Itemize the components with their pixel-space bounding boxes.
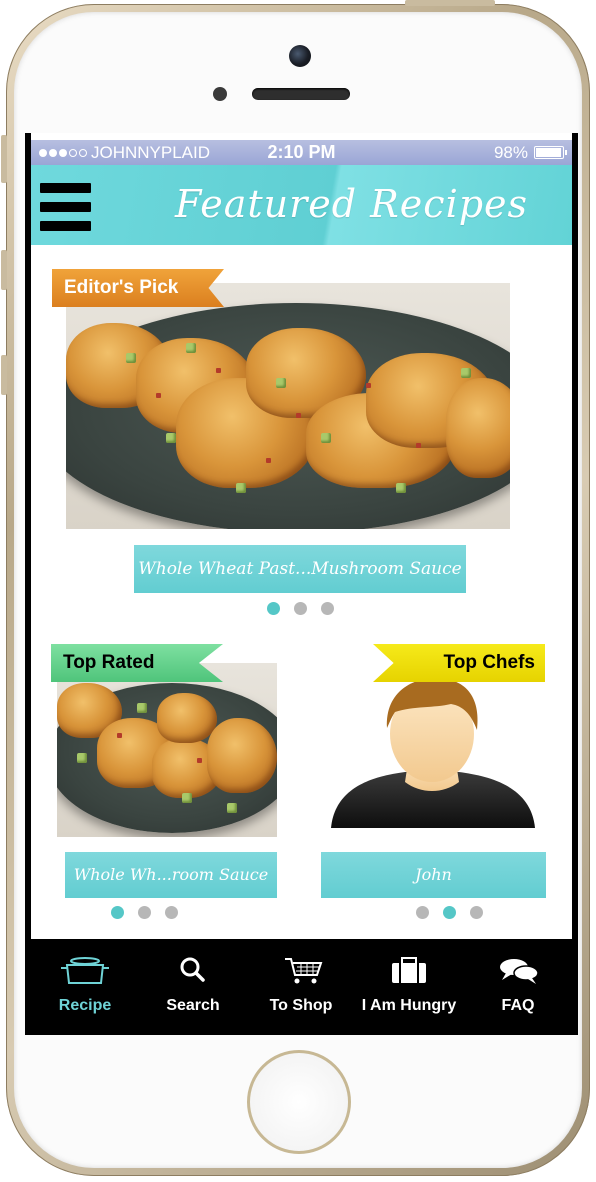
- pager-dot[interactable]: [321, 602, 334, 615]
- page-title: Featured Recipes: [174, 182, 529, 226]
- tab-i-am-hungry[interactable]: I Am Hungry: [355, 939, 463, 1035]
- chef-avatar-icon[interactable]: [325, 678, 539, 834]
- status-time: 2:10 PM: [267, 142, 336, 162]
- tab-label: FAQ: [501, 997, 535, 1014]
- top-rated-ribbon: Top Rated: [51, 644, 223, 682]
- hamburger-icon[interactable]: [40, 183, 91, 231]
- battery-percent: 98%: [493, 143, 528, 162]
- earpiece-speaker: [252, 88, 350, 100]
- app-content: JOHNNYPLAID 2:10 PM 98% Featured Recipes: [31, 133, 572, 1035]
- volume-up-button: [1, 250, 7, 290]
- chat-bubbles-icon: [500, 959, 539, 984]
- tab-search[interactable]: Search: [139, 939, 247, 1035]
- power-button: [405, 0, 495, 6]
- top-chefs-ribbon: Top Chefs: [373, 644, 545, 682]
- tab-label: To Shop: [269, 997, 333, 1014]
- featured-recipe-image[interactable]: [66, 283, 510, 529]
- pager-dot[interactable]: [416, 906, 429, 919]
- tab-recipe[interactable]: Recipe: [31, 939, 139, 1035]
- pot-icon: [61, 957, 109, 984]
- screen: JOHNNYPLAID 2:10 PM 98% Featured Recipes: [25, 133, 578, 1035]
- app-header: Featured Recipes: [31, 165, 572, 245]
- pager-dot[interactable]: [111, 906, 124, 919]
- editors-pick-ribbon: Editor's Pick: [52, 269, 224, 307]
- pager-dot[interactable]: [294, 602, 307, 615]
- mute-switch: [1, 135, 7, 183]
- featured-recipe-caption[interactable]: Whole Wheat Past...Mushroom Sauce: [134, 545, 466, 593]
- volume-down-button: [1, 355, 7, 395]
- cart-icon: [285, 958, 323, 984]
- briefcase-icon: [392, 957, 426, 983]
- pager-dot[interactable]: [138, 906, 151, 919]
- tab-label: Search: [166, 997, 220, 1014]
- pager-dot[interactable]: [165, 906, 178, 919]
- tab-label: Recipe: [58, 997, 112, 1014]
- pager-dot[interactable]: [443, 906, 456, 919]
- top-chef-caption[interactable]: John: [321, 852, 546, 898]
- top-chefs-pager: [416, 906, 483, 919]
- front-camera: [289, 45, 311, 67]
- proximity-sensor: [213, 87, 227, 101]
- top-rated-recipe-caption[interactable]: Whole Wh...room Sauce: [65, 852, 277, 898]
- tab-label: I Am Hungry: [361, 997, 457, 1014]
- top-rated-recipe-image[interactable]: [57, 663, 277, 837]
- top-rated-pager: [111, 906, 178, 919]
- tab-to-shop[interactable]: To Shop: [247, 939, 355, 1035]
- home-button[interactable]: [247, 1050, 351, 1154]
- pager-dot[interactable]: [267, 602, 280, 615]
- pager-dot[interactable]: [470, 906, 483, 919]
- search-icon: [180, 957, 205, 982]
- battery-icon: [534, 146, 567, 159]
- featured-pager: [267, 602, 334, 615]
- status-right: 98%: [493, 140, 567, 165]
- tab-bar: Recipe Search To Shop I Am Hungry FAQ: [31, 939, 572, 1035]
- status-bar: JOHNNYPLAID 2:10 PM 98%: [31, 140, 572, 165]
- tab-faq[interactable]: FAQ: [464, 939, 572, 1035]
